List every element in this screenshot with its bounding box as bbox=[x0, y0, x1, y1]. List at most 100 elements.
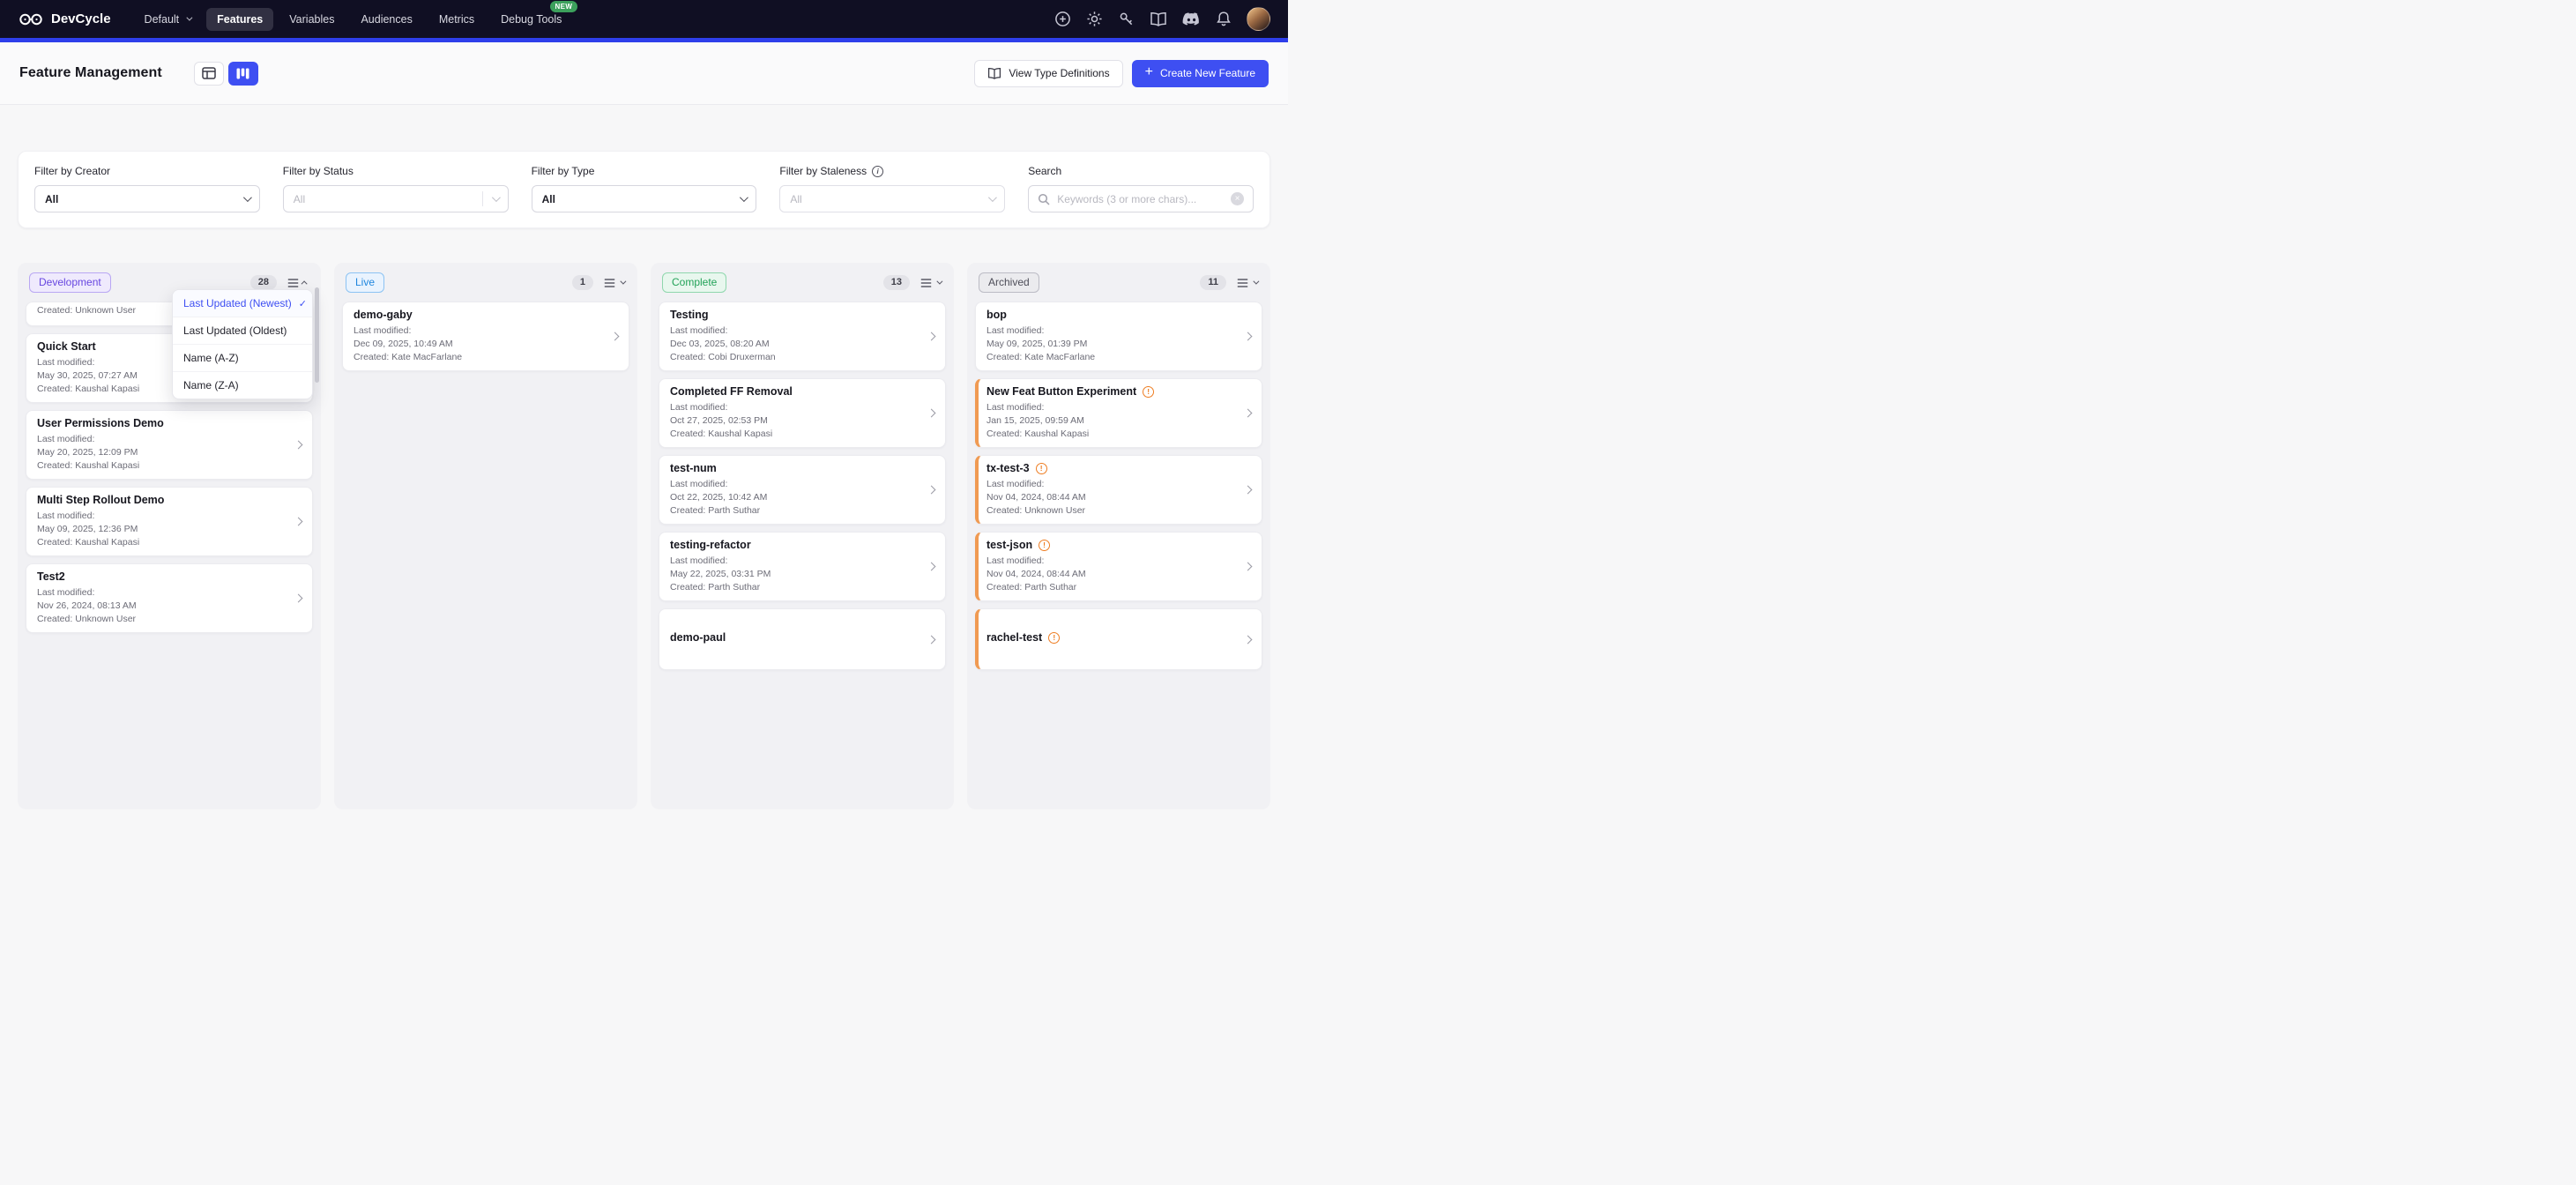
chevron-right-icon bbox=[1244, 563, 1253, 571]
clear-search-icon[interactable]: × bbox=[1231, 192, 1244, 205]
nav-metrics[interactable]: Metrics bbox=[428, 8, 485, 31]
created-by: Created: Unknown User bbox=[986, 504, 1238, 518]
feature-title: User Permissions Demo bbox=[37, 417, 288, 430]
feature-title: testing-refactor bbox=[670, 539, 921, 552]
top-navbar: DevCycle Default Features Variables Audi… bbox=[0, 0, 1288, 38]
main-nav: Default Features Variables Audiences Met… bbox=[134, 8, 573, 31]
filter-staleness-value: All bbox=[790, 193, 801, 205]
created-by: Created: Kate MacFarlane bbox=[354, 351, 605, 364]
filter-type-label: Filter by Type bbox=[532, 165, 757, 177]
devcycle-goggles-icon bbox=[18, 11, 44, 28]
feature-card[interactable]: Multi Step Rollout Demo Last modified: M… bbox=[26, 487, 313, 556]
nav-features[interactable]: Features bbox=[206, 8, 273, 31]
feature-card[interactable]: demo-paul bbox=[659, 608, 946, 670]
feature-card[interactable]: bop Last modified: May 09, 2025, 01:39 P… bbox=[975, 302, 1262, 371]
column-sort-button[interactable] bbox=[286, 277, 309, 289]
created-by: Created: Parth Suthar bbox=[670, 581, 921, 594]
api-key-icon[interactable] bbox=[1118, 11, 1135, 27]
settings-gear-icon[interactable] bbox=[1086, 11, 1103, 27]
sort-option-name-az[interactable]: Name (A-Z) bbox=[173, 345, 312, 372]
last-modified-value: Oct 27, 2025, 02:53 PM bbox=[670, 414, 921, 428]
add-circle-icon[interactable] bbox=[1054, 11, 1071, 27]
feature-title: Test2 bbox=[37, 570, 288, 584]
last-modified-label: Last modified: bbox=[986, 401, 1238, 414]
chevron-right-icon bbox=[1244, 409, 1253, 418]
info-icon[interactable]: i bbox=[872, 166, 883, 177]
last-modified-value: Oct 22, 2025, 10:42 AM bbox=[670, 491, 921, 504]
nav-debug-tools-label: Debug Tools bbox=[501, 13, 562, 26]
created-by: Created: Kaushal Kapasi bbox=[37, 459, 288, 473]
filter-type-select[interactable]: All bbox=[532, 185, 757, 212]
chevron-down-icon bbox=[492, 193, 501, 202]
last-modified-label: Last modified: bbox=[986, 478, 1238, 491]
filter-staleness-select[interactable]: All bbox=[779, 185, 1005, 212]
project-selector[interactable]: Default bbox=[134, 8, 202, 31]
sort-lines-icon bbox=[920, 279, 932, 287]
search-input-wrapper[interactable]: × bbox=[1028, 185, 1254, 212]
status-badge-archived: Archived bbox=[979, 272, 1039, 293]
new-badge: NEW bbox=[550, 1, 578, 12]
sort-lines-icon bbox=[287, 279, 299, 287]
last-modified-value: May 09, 2025, 01:39 PM bbox=[986, 338, 1238, 351]
status-badge-complete: Complete bbox=[662, 272, 726, 293]
chevron-right-icon bbox=[294, 441, 303, 450]
page-title: Feature Management bbox=[19, 65, 162, 81]
filter-creator-group: Filter by Creator All bbox=[34, 165, 260, 212]
filter-status-select[interactable]: All bbox=[283, 185, 509, 212]
staleness-warning-icon: ! bbox=[1143, 386, 1154, 398]
last-modified-label: Last modified: bbox=[37, 433, 288, 446]
feature-card[interactable]: testing-refactor Last modified: May 22, … bbox=[659, 532, 946, 601]
notifications-bell-icon[interactable] bbox=[1216, 11, 1232, 27]
discord-icon[interactable] bbox=[1182, 12, 1201, 26]
kanban-view-icon bbox=[236, 68, 249, 79]
kanban-view-button[interactable] bbox=[228, 62, 258, 86]
docs-book-icon[interactable] bbox=[1150, 11, 1167, 27]
main-content: Filter by Creator All Filter by Status A… bbox=[0, 151, 1288, 809]
last-modified-value: Nov 26, 2024, 08:13 AM bbox=[37, 600, 288, 613]
column-sort-button[interactable] bbox=[602, 277, 626, 289]
nav-debug-tools[interactable]: NEW Debug Tools bbox=[490, 8, 572, 31]
page-header: Feature Management View Type Definitions… bbox=[0, 42, 1288, 105]
filter-creator-select[interactable]: All bbox=[34, 185, 260, 212]
column-header: Complete 13 bbox=[659, 271, 946, 302]
last-modified-label: Last modified: bbox=[986, 324, 1238, 338]
column-header: Live 1 bbox=[342, 271, 629, 302]
table-view-button[interactable] bbox=[194, 62, 224, 86]
nav-audiences[interactable]: Audiences bbox=[350, 8, 422, 31]
feature-card-stale[interactable]: rachel-test ! bbox=[975, 608, 1262, 670]
status-badge-live: Live bbox=[346, 272, 384, 293]
sort-option-name-za[interactable]: Name (Z-A) bbox=[173, 372, 312, 399]
view-type-definitions-button[interactable]: View Type Definitions bbox=[974, 60, 1122, 87]
feature-card[interactable]: demo-gaby Last modified: Dec 09, 2025, 1… bbox=[342, 302, 629, 371]
sort-lines-icon bbox=[1237, 279, 1248, 287]
feature-card[interactable]: test-num Last modified: Oct 22, 2025, 10… bbox=[659, 455, 946, 525]
last-modified-label: Last modified: bbox=[986, 555, 1238, 568]
search-input[interactable] bbox=[1057, 193, 1224, 205]
column-sort-button[interactable] bbox=[919, 277, 942, 289]
column-sort-button[interactable] bbox=[1235, 277, 1259, 289]
column-scrollbar[interactable] bbox=[315, 287, 319, 383]
feature-card[interactable]: Testing Last modified: Dec 03, 2025, 08:… bbox=[659, 302, 946, 371]
chevron-down-icon bbox=[740, 193, 748, 202]
sort-option-last-updated-oldest[interactable]: Last Updated (Oldest) bbox=[173, 317, 312, 345]
feature-card[interactable]: Test2 Last modified: Nov 26, 2024, 08:13… bbox=[26, 563, 313, 633]
last-modified-value: Nov 04, 2024, 08:44 AM bbox=[986, 568, 1238, 581]
feature-title: Testing bbox=[670, 309, 921, 322]
filter-staleness-group: Filter by Staleness i All bbox=[779, 165, 1005, 212]
last-modified-value: May 22, 2025, 03:31 PM bbox=[670, 568, 921, 581]
chevron-down-icon bbox=[988, 193, 997, 202]
devcycle-logo[interactable]: DevCycle bbox=[18, 11, 111, 28]
nav-variables[interactable]: Variables bbox=[279, 8, 345, 31]
feature-card[interactable]: User Permissions Demo Last modified: May… bbox=[26, 410, 313, 480]
feature-card[interactable]: Completed FF Removal Last modified: Oct … bbox=[659, 378, 946, 448]
feature-card-stale[interactable]: tx-test-3 ! Last modified: Nov 04, 2024,… bbox=[975, 455, 1262, 525]
brand-name: DevCycle bbox=[51, 11, 111, 26]
filter-status-group: Filter by Status All bbox=[283, 165, 509, 212]
feature-card-stale[interactable]: New Feat Button Experiment ! Last modifi… bbox=[975, 378, 1262, 448]
create-new-feature-button[interactable]: + Create New Feature bbox=[1132, 60, 1269, 87]
user-avatar[interactable] bbox=[1247, 7, 1270, 31]
last-modified-label: Last modified: bbox=[37, 586, 288, 600]
feature-card-stale[interactable]: test-json ! Last modified: Nov 04, 2024,… bbox=[975, 532, 1262, 601]
chevron-down-icon bbox=[936, 279, 942, 285]
sort-option-last-updated-newest[interactable]: Last Updated (Newest) ✓ bbox=[173, 290, 312, 317]
